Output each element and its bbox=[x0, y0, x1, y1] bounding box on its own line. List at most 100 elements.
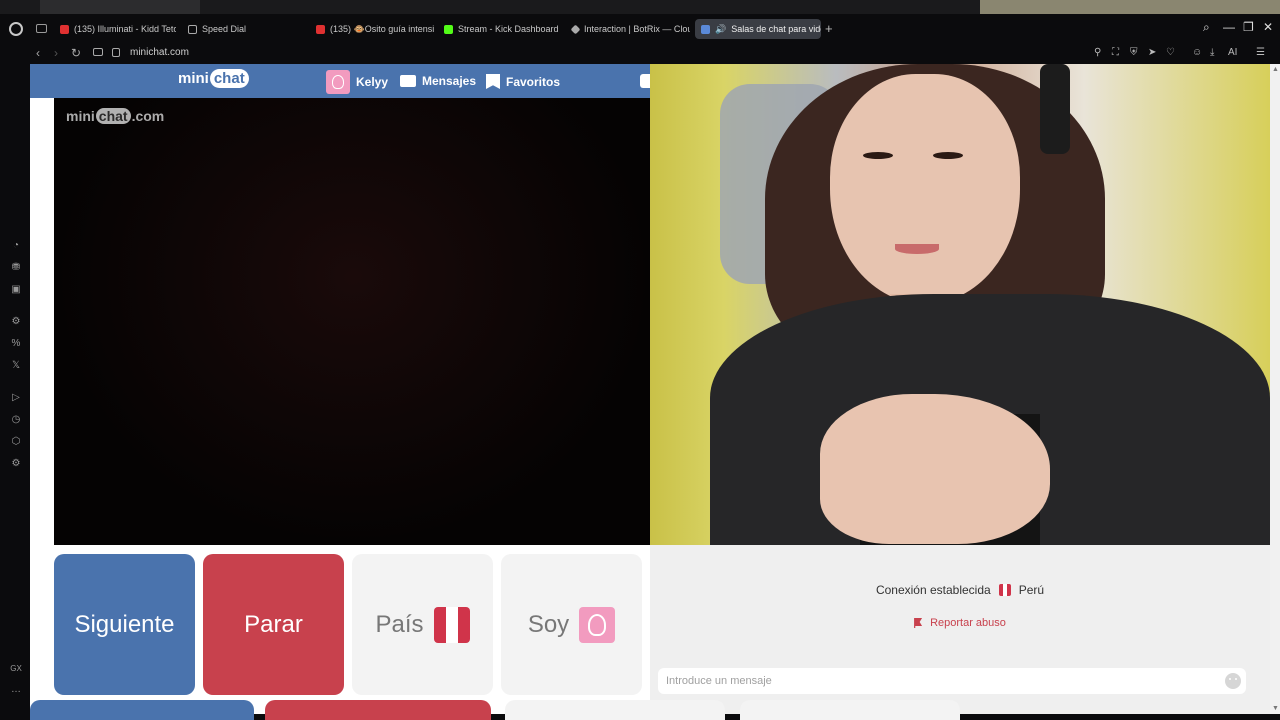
nav-favorites[interactable]: Favoritos bbox=[486, 74, 560, 89]
ai-assistant-icon[interactable]: ⛃ bbox=[10, 262, 22, 273]
minichat-watermark: mini chat .com bbox=[66, 108, 164, 124]
nav-favorites-label: Favoritos bbox=[506, 74, 561, 89]
chatgpt-icon[interactable]: ⚙ bbox=[10, 316, 22, 327]
blurred-region bbox=[980, 0, 1280, 14]
youtube-icon bbox=[60, 24, 69, 34]
remote-video: mini chat .com bbox=[54, 98, 652, 545]
lock-icon[interactable] bbox=[112, 48, 120, 57]
country-selector-button[interactable]: País bbox=[352, 554, 493, 695]
youtube-icon bbox=[316, 24, 325, 34]
scroll-up-icon[interactable]: ▲ bbox=[1272, 66, 1279, 73]
emoji-icon[interactable] bbox=[1225, 673, 1241, 689]
account-icon[interactable]: ☺ bbox=[1192, 47, 1202, 58]
tab-kick-dashboard[interactable]: Stream - Kick Dashboard bbox=[438, 19, 562, 39]
camera-in-use-icon[interactable] bbox=[93, 48, 103, 56]
close-icon[interactable]: ✕ bbox=[1263, 20, 1273, 34]
connection-status: Conexión establecida Perú bbox=[650, 583, 1270, 597]
search-icon[interactable]: ⌕ bbox=[1203, 20, 1210, 35]
outer-top-strip bbox=[0, 0, 1280, 14]
download-icon[interactable]: ⤓ bbox=[1210, 47, 1214, 58]
connection-text: Conexión establecida bbox=[875, 583, 991, 597]
nav-profile[interactable]: Kelyy bbox=[326, 70, 388, 94]
send-icon[interactable]: ➤ bbox=[1148, 47, 1156, 58]
scroll-down-icon[interactable]: ▼ bbox=[1272, 705, 1279, 712]
blurred-region bbox=[40, 0, 200, 14]
maximize-icon[interactable]: ❐ bbox=[1243, 20, 1254, 34]
speaker-icon: 🔊 bbox=[715, 23, 727, 34]
player-icon[interactable]: ▷ bbox=[10, 392, 22, 403]
new-tab-button[interactable]: + bbox=[825, 21, 833, 36]
browser-sidebar: ◔ ⛃ ▣ ⚙ % 𝕏 ▷ ◷ ⬡ ⚙ GX … bbox=[0, 64, 30, 720]
next-button[interactable]: Siguiente bbox=[54, 554, 195, 695]
minichat-logo[interactable]: mini chat bbox=[178, 69, 249, 88]
stop-button[interactable]: Parar bbox=[203, 554, 344, 695]
tab-youtube-illuminati[interactable]: (135) Illuminati - Kidd Teto bbox=[54, 19, 176, 39]
forward-icon[interactable]: › bbox=[54, 46, 58, 60]
logo-text: mini bbox=[178, 70, 209, 87]
kick-icon bbox=[444, 24, 453, 34]
tab-overview-icon[interactable] bbox=[36, 24, 47, 33]
shield-icon[interactable]: ⛨ bbox=[1130, 47, 1138, 58]
url-field[interactable]: minichat.com bbox=[130, 47, 189, 58]
female-avatar-icon bbox=[326, 70, 350, 94]
mail-icon[interactable]: ▣ bbox=[10, 284, 22, 295]
watermark-domain: .com bbox=[131, 108, 165, 124]
opera-logo-icon[interactable] bbox=[9, 22, 23, 36]
country-button-label: País bbox=[375, 610, 424, 638]
minichat-page: mini chat Kelyy Mensajes Favoritos mini … bbox=[30, 64, 1270, 714]
pin-icon[interactable]: ⚲ bbox=[1094, 47, 1101, 58]
tab-botrix[interactable]: Interaction | BotRix — Clou bbox=[566, 19, 690, 39]
settings-icon[interactable]: ⚙ bbox=[10, 458, 22, 469]
peru-flag-icon bbox=[998, 584, 1011, 596]
peru-flag-icon bbox=[433, 606, 470, 643]
tab-label: Salas de chat para vide bbox=[731, 24, 821, 34]
address-bar: ‹ › ↻ minichat.com ⚲ ⛶ ⛨ ➤ ♡ ☺ ⤓ AI ☰ bbox=[30, 44, 1280, 64]
envelope-icon bbox=[400, 75, 416, 87]
tab-label: Interaction | BotRix — Clou bbox=[584, 24, 690, 34]
bottom-peek-gray bbox=[740, 700, 960, 720]
tab-youtube-osito[interactable]: (135) 🐵Osito guía intensi bbox=[310, 19, 434, 39]
ai-button[interactable]: AI bbox=[1228, 47, 1237, 58]
snapshot-icon[interactable]: ⛶ bbox=[1112, 47, 1119, 58]
back-icon[interactable]: ‹ bbox=[36, 46, 40, 60]
profile-name: Kelyy bbox=[356, 75, 389, 89]
gender-selector-button[interactable]: Soy bbox=[501, 554, 642, 695]
heart-icon[interactable]: ♡ bbox=[1166, 47, 1175, 58]
message-input[interactable] bbox=[658, 668, 1246, 694]
tab-minichat[interactable]: 🔊 Salas de chat para vide bbox=[695, 19, 821, 39]
logo-bubble: chat bbox=[209, 69, 249, 88]
bottom-peek-red bbox=[265, 700, 491, 720]
nav-messages[interactable]: Mensajes bbox=[400, 74, 476, 88]
tab-speed-dial[interactable]: Speed Dial bbox=[182, 19, 302, 39]
history-icon[interactable]: ◷ bbox=[10, 414, 22, 425]
gx-label[interactable]: GX bbox=[10, 664, 22, 673]
botrix-icon bbox=[570, 24, 581, 34]
flag-icon bbox=[914, 618, 923, 628]
speed-icon[interactable]: ◔ bbox=[10, 240, 22, 251]
gender-button-label: Soy bbox=[527, 610, 570, 638]
page-scrollbar[interactable]: ▲ ▼ bbox=[1270, 64, 1280, 714]
bookmark-icon bbox=[486, 74, 500, 89]
stop-button-label: Parar bbox=[244, 610, 303, 638]
menu-icon[interactable]: ☰ bbox=[1256, 47, 1265, 58]
site-header: mini chat Kelyy Mensajes Favoritos bbox=[30, 64, 656, 98]
watermark-bubble: chat bbox=[95, 108, 131, 124]
tab-label: (135) Illuminati - Kidd Teto bbox=[74, 24, 176, 34]
tab-label: (135) 🐵Osito guía intensi bbox=[330, 23, 434, 34]
bottom-peek-blue bbox=[30, 700, 254, 720]
female-avatar-icon bbox=[579, 606, 616, 643]
more-icon[interactable]: … bbox=[10, 684, 22, 695]
local-video bbox=[650, 64, 1270, 545]
tab-label: Speed Dial bbox=[202, 24, 247, 34]
chat-panel: Conexión establecida Perú Reportar abuso bbox=[650, 545, 1270, 714]
x-twitter-icon[interactable]: 𝕏 bbox=[10, 360, 22, 371]
grid-icon bbox=[188, 24, 197, 34]
extensions-icon[interactable]: ⬡ bbox=[10, 436, 22, 447]
tab-label: Stream - Kick Dashboard bbox=[458, 24, 559, 34]
report-abuse-label: Reportar abuso bbox=[930, 617, 1006, 629]
percent-icon[interactable]: % bbox=[10, 338, 22, 349]
report-abuse-link[interactable]: Reportar abuso bbox=[650, 617, 1270, 629]
tab-bar: (135) Illuminati - Kidd Teto Speed Dial … bbox=[0, 14, 1280, 44]
reload-icon[interactable]: ↻ bbox=[71, 46, 81, 60]
minimize-icon[interactable]: — bbox=[1223, 20, 1235, 34]
